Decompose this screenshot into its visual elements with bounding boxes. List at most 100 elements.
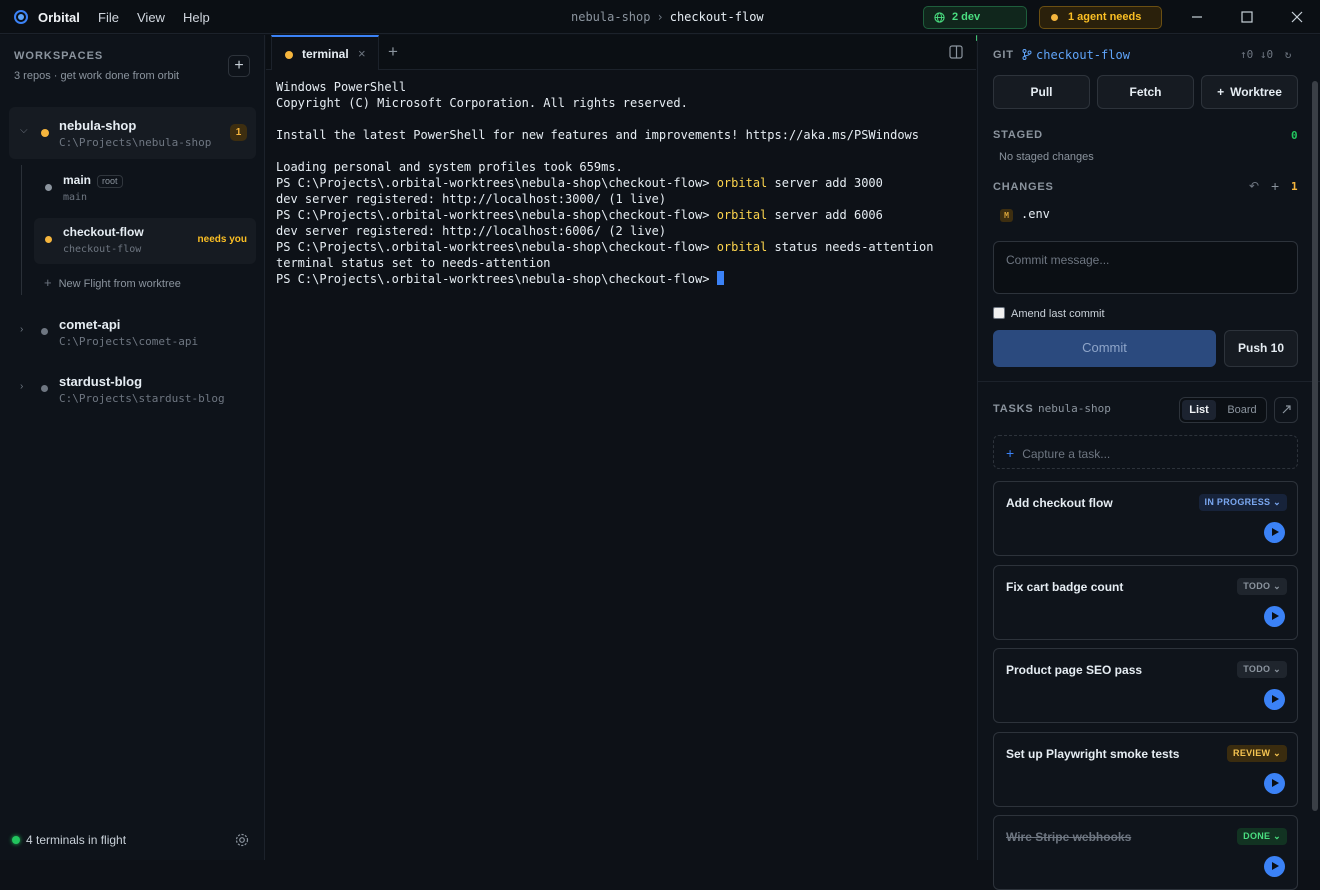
add-workspace-button[interactable]: +: [228, 55, 250, 77]
needs-attention-pill[interactable]: 1 agent needs you: [1039, 6, 1162, 44]
worktree-name: main: [63, 173, 92, 187]
git-sync-status: ↑0 ↓0 ↻: [1240, 48, 1291, 61]
list-view-button[interactable]: List: [1182, 400, 1216, 420]
globe-icon: [934, 12, 945, 23]
terminal-text: Copyright (C) Microsoft Corporation. All…: [276, 96, 688, 110]
status-dot-icon: [1051, 14, 1058, 21]
breadcrumb-flight: checkout-flow: [669, 10, 764, 24]
terminal-command: orbital: [716, 176, 768, 190]
discard-all-icon[interactable]: ↶: [1249, 179, 1259, 193]
worktree-checkout-flow[interactable]: checkout-flow checkout-flow needs you: [34, 218, 256, 264]
gear-icon[interactable]: [234, 832, 250, 848]
terminal-line: PS C:\Projects\.orbital-worktrees\nebula…: [276, 207, 933, 223]
fetch-button[interactable]: Fetch: [1097, 75, 1194, 109]
worktree-button-label: Worktree: [1230, 85, 1282, 99]
chevron-down-icon[interactable]: ⌵: [20, 125, 28, 136]
root-tag: root: [97, 175, 123, 188]
terminal-prompt: PS C:\Projects\.orbital-worktrees\nebula…: [276, 272, 717, 286]
git-label: GIT: [993, 49, 1014, 61]
changed-file-row[interactable]: M .env: [1000, 207, 1050, 222]
repo-path: C:\Projects\stardust-blog: [59, 392, 225, 405]
amend-checkbox[interactable]: Amend last commit: [993, 307, 1105, 320]
task-status-dropdown[interactable]: TODO ⌄: [1237, 661, 1287, 678]
worktree-branch: checkout-flow: [63, 244, 142, 255]
terminals-count-label: 4 terminals in flight: [26, 833, 127, 847]
task-status-label: TODO: [1243, 664, 1271, 674]
play-icon[interactable]: [1264, 689, 1285, 710]
menu-help[interactable]: Help: [183, 10, 210, 25]
dev-servers-pill[interactable]: 2 dev servers: [923, 6, 1027, 44]
minimize-icon[interactable]: [1188, 8, 1206, 26]
task-status-dropdown[interactable]: REVIEW ⌄: [1227, 744, 1287, 762]
terminal-command: orbital: [716, 240, 768, 254]
task-card[interactable]: Add checkout flow IN PROGRESS ⌄: [993, 481, 1298, 556]
pull-button[interactable]: Pull: [993, 75, 1090, 109]
terminal-text: Install the latest PowerShell for new fe…: [276, 128, 919, 142]
task-card[interactable]: Set up Playwright smoke tests REVIEW ⌄: [993, 731, 1298, 807]
plus-icon: +: [1006, 445, 1015, 461]
push-button[interactable]: Push 10: [1224, 330, 1298, 367]
board-view-button[interactable]: Board: [1220, 400, 1264, 420]
git-branch[interactable]: checkout-flow: [1022, 48, 1130, 62]
commit-button[interactable]: Commit: [993, 330, 1216, 367]
expand-button[interactable]: [1274, 397, 1298, 423]
task-title: Wire Stripe webhooks: [1006, 830, 1132, 844]
task-status-dropdown[interactable]: DONE ⌄: [1237, 828, 1287, 845]
terminal-line: terminal status set to needs-attention: [276, 255, 933, 271]
menu-view[interactable]: View: [137, 10, 165, 25]
task-card[interactable]: Fix cart badge count TODO ⌄: [993, 564, 1298, 640]
terminal-text: Loading personal and system profiles too…: [276, 160, 623, 174]
play-icon[interactable]: [1264, 605, 1285, 627]
refresh-icon[interactable]: ↻: [1285, 48, 1292, 61]
scrollbar[interactable]: [1312, 81, 1318, 811]
tree-line: [21, 165, 22, 295]
terminals-status: 4 terminals in flight: [12, 833, 126, 847]
terminal-args: server add 6006: [767, 208, 883, 222]
close-icon[interactable]: [1288, 8, 1306, 26]
new-flight-button[interactable]: + New Flight from worktree: [44, 275, 181, 290]
task-card[interactable]: Wire Stripe webhooks DONE ⌄: [993, 815, 1298, 890]
repo-status-dot: [41, 328, 48, 335]
tab-label: terminal: [302, 47, 349, 61]
commit-message-input[interactable]: Commit message...: [993, 241, 1298, 294]
worktree-main[interactable]: main root main: [34, 166, 256, 212]
worktree-status-dot: [45, 236, 52, 243]
split-pane-icon[interactable]: [949, 45, 963, 59]
repo-status-dot: [41, 129, 49, 137]
task-status-dropdown[interactable]: TODO ⌄: [1237, 577, 1287, 595]
changes-label: CHANGES: [993, 181, 1054, 193]
breadcrumb-repo[interactable]: nebula-shop: [571, 10, 650, 24]
new-tab-button[interactable]: +: [388, 42, 398, 62]
capture-task-input[interactable]: + Capture a task...: [993, 435, 1298, 469]
chevron-right-icon[interactable]: ›: [20, 324, 23, 335]
workspaces-sidebar: WORKSPACES 3 repos · get work done from …: [0, 35, 265, 860]
task-status-dropdown[interactable]: IN PROGRESS ⌄: [1198, 494, 1287, 511]
worktree-button[interactable]: + Worktree: [1201, 75, 1298, 109]
repo-status-dot: [41, 385, 48, 392]
menu-file[interactable]: File: [98, 10, 119, 25]
task-title: Add checkout flow: [1006, 496, 1113, 510]
play-icon[interactable]: [1264, 856, 1285, 877]
checkbox-icon[interactable]: [993, 307, 1005, 319]
task-card[interactable]: Product page SEO pass TODO ⌄: [993, 648, 1298, 723]
play-icon[interactable]: [1264, 772, 1285, 794]
repo-stardust-blog[interactable]: › stardust-blog C:\Projects\stardust-blo…: [9, 363, 256, 415]
tab-status-dot: [285, 51, 293, 59]
repo-nebula-shop[interactable]: ⌵ nebula-shop C:\Projects\nebula-shop 1: [9, 107, 256, 159]
needs-you-badge: needs you: [197, 234, 247, 245]
stage-all-icon[interactable]: +: [1271, 178, 1279, 194]
maximize-icon[interactable]: [1238, 8, 1256, 26]
repo-name: comet-api: [59, 317, 121, 332]
terminal-line: dev server registered: http://localhost:…: [276, 191, 933, 207]
terminal-prompt: PS C:\Projects\.orbital-worktrees\nebula…: [276, 208, 717, 222]
play-icon[interactable]: [1264, 522, 1285, 543]
terminal-output[interactable]: Windows PowerShell Copyright (C) Microsof…: [276, 79, 933, 287]
chevron-right-icon[interactable]: ›: [20, 381, 23, 392]
staged-count: 0: [1291, 129, 1298, 142]
close-tab-icon[interactable]: ×: [358, 46, 366, 61]
repo-comet-api[interactable]: › comet-api C:\Projects\comet-api: [9, 306, 256, 358]
tab-terminal[interactable]: terminal ×: [271, 35, 379, 70]
terminal-line: PS C:\Projects\.orbital-worktrees\nebula…: [276, 175, 933, 191]
terminal-args: status needs-attention: [767, 240, 934, 254]
